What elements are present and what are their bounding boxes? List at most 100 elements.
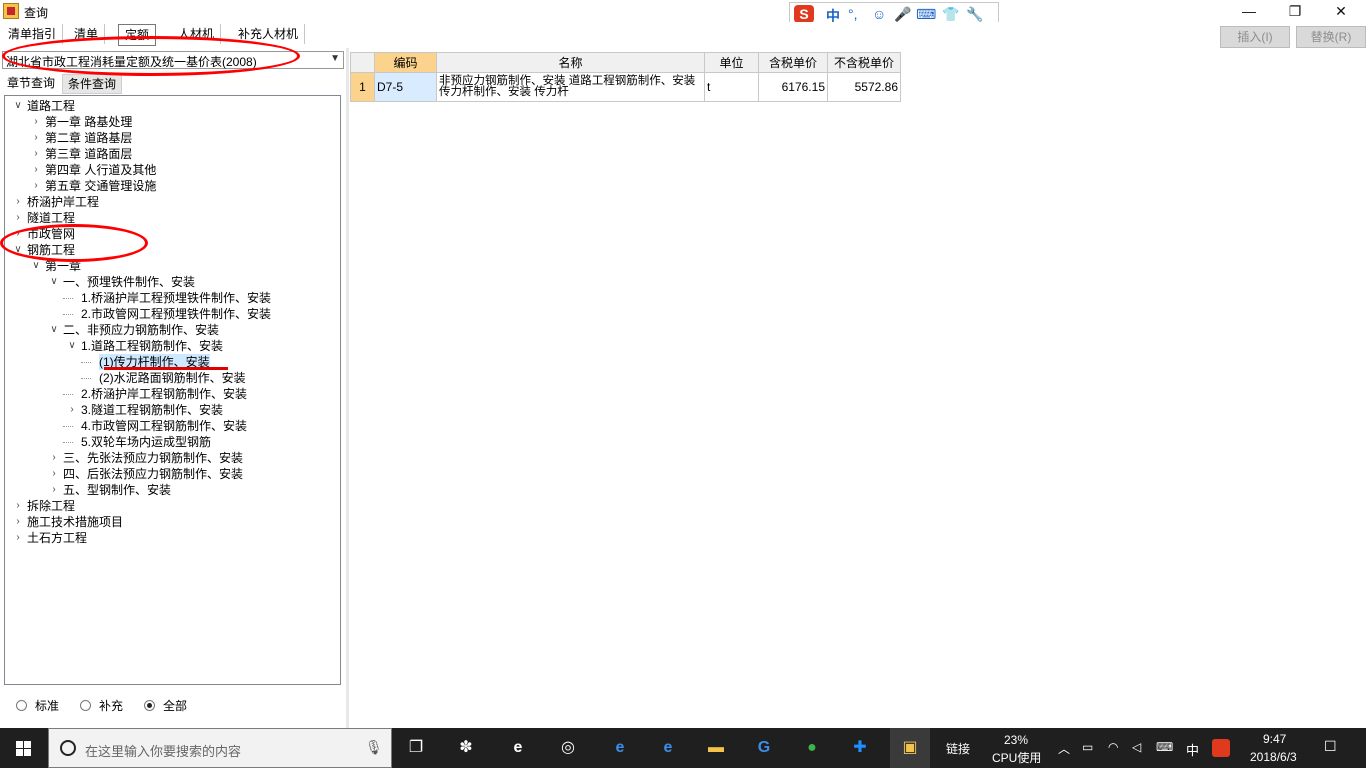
tab-condition-query[interactable]: 条件查询: [62, 74, 123, 94]
clock-time[interactable]: 9:47: [1263, 732, 1286, 746]
swirl-app-icon[interactable]: ◎: [556, 736, 580, 760]
keyboard-icon[interactable]: ⌨: [916, 6, 936, 23]
tree-node[interactable]: 二、非预应力钢筋制作、安装: [63, 322, 219, 338]
minimize-button[interactable]: —: [1226, 0, 1272, 22]
insert-button[interactable]: 插入(I): [1220, 26, 1290, 48]
radio-standard[interactable]: 标准: [16, 698, 59, 714]
col-header-unit[interactable]: 单位: [704, 52, 759, 73]
tree-node[interactable]: 一、预埋铁件制作、安装: [63, 274, 195, 290]
tree-expand-icon[interactable]: ›: [13, 194, 23, 210]
ie-old-icon[interactable]: e: [506, 736, 530, 760]
internet-explorer-icon[interactable]: e: [656, 736, 680, 760]
tree-collapse-icon[interactable]: ∨: [67, 338, 77, 354]
tree-node[interactable]: 道路工程: [27, 98, 75, 114]
quota-grid[interactable]: 编码 名称 单位 含税单价 不含税单价 1 D7-5 非预应力钢筋制作、安装 道…: [350, 52, 901, 102]
tree-node[interactable]: 桥涵护岸工程: [27, 194, 99, 210]
tree-node[interactable]: 第一章 路基处理: [45, 114, 132, 130]
col-header-price-tax[interactable]: 含税单价: [758, 52, 828, 73]
col-header-price-notax[interactable]: 不含税单价: [827, 52, 901, 73]
tree-node[interactable]: 2.桥涵护岸工程钢筋制作、安装: [81, 386, 247, 402]
radio-all[interactable]: 全部: [144, 698, 187, 714]
row-number[interactable]: 1: [350, 72, 375, 102]
close-button[interactable]: ✕: [1318, 0, 1364, 22]
tree-node[interactable]: 第四章 人行道及其他: [45, 162, 156, 178]
tab-chapter-query[interactable]: 章节查询: [2, 74, 61, 92]
tree-expand-icon[interactable]: ›: [49, 466, 59, 482]
tree-expand-icon[interactable]: ›: [31, 146, 41, 162]
tree-expand-icon[interactable]: ›: [13, 514, 23, 530]
voice-icon[interactable]: 🎤: [894, 6, 911, 23]
cpu-percent: 23%: [1004, 733, 1029, 747]
cell-unit[interactable]: t: [704, 72, 759, 102]
tray-expand-icon[interactable]: ︿: [1058, 740, 1070, 757]
quota-app-icon[interactable]: ▣: [898, 736, 922, 760]
sogou-tray-icon[interactable]: [1212, 739, 1230, 757]
table-row[interactable]: 1 D7-5 非预应力钢筋制作、安装 道路工程钢筋制作、安装 传力杆制作、安装 …: [350, 72, 901, 102]
tree-node[interactable]: 四、后张法预应力钢筋制作、安装: [63, 466, 243, 482]
panel-splitter[interactable]: [346, 48, 349, 728]
radio-supplement[interactable]: 补充: [80, 698, 123, 714]
tree-expand-icon[interactable]: ›: [31, 162, 41, 178]
cell-price-notax[interactable]: 5572.86: [827, 72, 901, 102]
restore-button[interactable]: ❐: [1272, 0, 1318, 22]
chevron-down-icon[interactable]: ▼: [330, 53, 340, 64]
link-label[interactable]: 链接: [946, 740, 970, 757]
punct-icon[interactable]: °,: [848, 6, 858, 22]
clock-date[interactable]: 2018/6/3: [1250, 750, 1297, 764]
tree-node[interactable]: 第三章 道路面层: [45, 146, 132, 162]
plus-app-icon[interactable]: ✚: [848, 736, 872, 760]
tree-node[interactable]: 4.市政管网工程钢筋制作、安装: [81, 418, 247, 434]
tree-node[interactable]: 五、型钢制作、安装: [63, 482, 171, 498]
tree-expand-icon[interactable]: ›: [13, 498, 23, 514]
col-header-name[interactable]: 名称: [436, 52, 705, 73]
cell-name[interactable]: 非预应力钢筋制作、安装 道路工程钢筋制作、安装 传力杆制作、安装 传力杆: [436, 72, 705, 102]
tree-node[interactable]: 1.道路工程钢筋制作、安装: [81, 338, 223, 354]
tree-collapse-icon[interactable]: ∨: [49, 322, 59, 338]
ime-indicator[interactable]: 中: [1186, 740, 1199, 759]
tree-node[interactable]: 三、先张法预应力钢筋制作、安装: [63, 450, 243, 466]
glodon-g-icon[interactable]: G: [752, 736, 776, 760]
tree-expand-icon[interactable]: ›: [31, 130, 41, 146]
microphone-icon[interactable]: 🎙: [365, 739, 383, 756]
tree-collapse-icon[interactable]: ∨: [13, 98, 23, 114]
cell-code[interactable]: D7-5: [374, 72, 437, 102]
tree-node[interactable]: 1.桥涵护岸工程预埋铁件制作、安装: [81, 290, 271, 306]
col-header-code[interactable]: 编码: [374, 52, 437, 73]
task-view-icon[interactable]: ❐: [404, 736, 428, 760]
volume-icon[interactable]: ◁: [1132, 740, 1141, 754]
tree-node[interactable]: (2)水泥路面钢筋制作、安装: [99, 370, 246, 386]
chapter-tree[interactable]: ∨ 道路工程 › 第一章 路基处理 › 第二章 道路基层 › 第三章 道路面层 › 第四章 人行道…: [4, 95, 341, 685]
tree-collapse-icon[interactable]: ∨: [31, 258, 41, 274]
tree-node[interactable]: 土石方工程: [27, 530, 87, 546]
tree-node[interactable]: 第二章 道路基层: [45, 130, 132, 146]
taskbar-search[interactable]: 在这里输入你要搜索的内容 🎙: [48, 728, 392, 768]
pinwheel-app-icon[interactable]: ✽: [454, 736, 478, 760]
tree-expand-icon[interactable]: ›: [49, 482, 59, 498]
tree-node[interactable]: 5.双轮车场内运成型钢筋: [81, 434, 211, 450]
tree-node[interactable]: 第五章 交通管理设施: [45, 178, 156, 194]
tree-expand-icon[interactable]: ›: [13, 210, 23, 226]
cell-price-tax[interactable]: 6176.15: [758, 72, 828, 102]
tree-expand-icon[interactable]: ›: [31, 178, 41, 194]
wifi-icon[interactable]: ◠: [1108, 740, 1118, 754]
replace-button[interactable]: 替换(R): [1296, 26, 1366, 48]
keyboard-icon[interactable]: ⌨: [1156, 740, 1173, 754]
tree-node[interactable]: 2.市政管网工程预埋铁件制作、安装: [81, 306, 271, 322]
tree-node[interactable]: 3.隧道工程钢筋制作、安装: [81, 402, 223, 418]
edge-icon[interactable]: e: [608, 736, 632, 760]
tree-expand-icon[interactable]: ›: [13, 530, 23, 546]
browser-360-icon[interactable]: ●: [800, 736, 824, 760]
tree-expand-icon[interactable]: ›: [49, 450, 59, 466]
skin-icon[interactable]: 👕: [942, 6, 959, 23]
file-explorer-icon[interactable]: ▬: [704, 736, 728, 760]
tree-collapse-icon[interactable]: ∨: [49, 274, 59, 290]
tools-icon[interactable]: 🔧: [966, 6, 983, 23]
start-button[interactable]: [0, 728, 48, 768]
tree-expand-icon[interactable]: ›: [67, 402, 77, 418]
emoji-icon[interactable]: ☺: [872, 6, 886, 22]
tree-node[interactable]: 拆除工程: [27, 498, 75, 514]
battery-icon[interactable]: ▭: [1082, 740, 1093, 754]
tree-expand-icon[interactable]: ›: [31, 114, 41, 130]
notification-icon[interactable]: ☐: [1324, 738, 1337, 755]
tree-node[interactable]: 施工技术措施项目: [27, 514, 123, 530]
